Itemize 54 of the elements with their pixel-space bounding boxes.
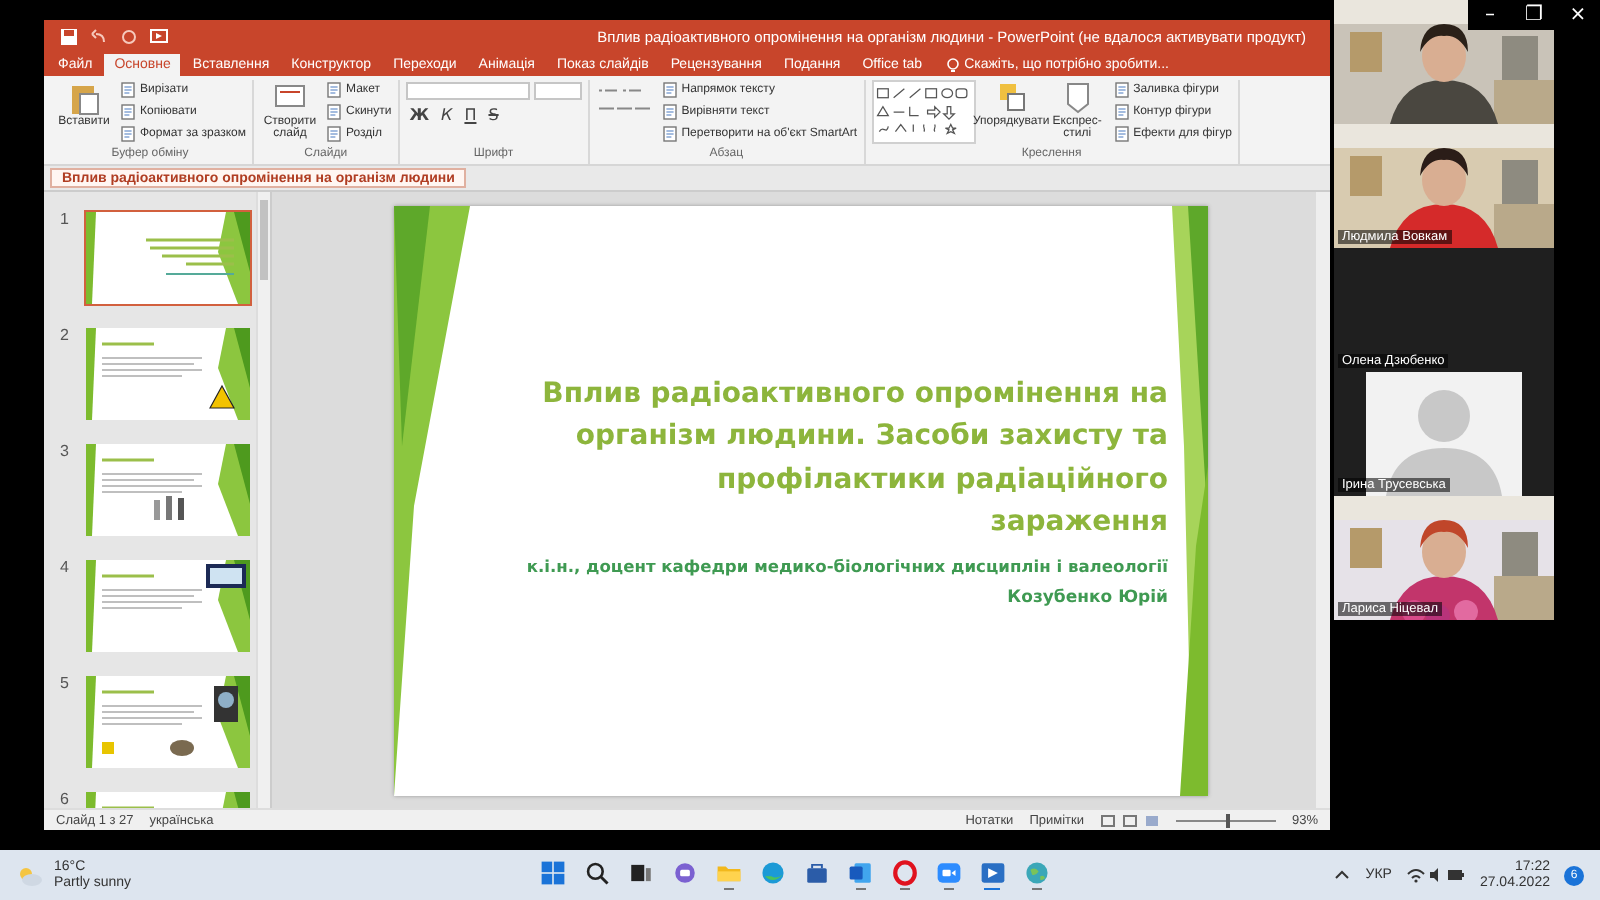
browser-icon[interactable] bbox=[759, 859, 785, 886]
document-icon bbox=[1113, 104, 1130, 120]
document-icon bbox=[1113, 126, 1130, 142]
slide-thumbnail[interactable] bbox=[86, 212, 250, 304]
document-icon bbox=[1113, 82, 1130, 98]
camera-icon[interactable] bbox=[935, 859, 961, 886]
format-button[interactable]: S bbox=[484, 106, 503, 124]
slide-thumbnail[interactable] bbox=[86, 444, 250, 536]
globe-icon[interactable] bbox=[1023, 859, 1049, 886]
save-icon[interactable] bbox=[60, 28, 78, 46]
document-icon bbox=[120, 104, 136, 120]
slide-thumbnail[interactable] bbox=[86, 328, 250, 420]
chevron-up-icon[interactable] bbox=[1331, 866, 1352, 884]
slide-number: 1 bbox=[60, 210, 71, 228]
shapes-gallery[interactable] bbox=[871, 80, 976, 144]
document-icon bbox=[661, 104, 678, 120]
slider-thumb[interactable] bbox=[1225, 813, 1230, 827]
format-button[interactable]: Ж bbox=[405, 106, 434, 124]
document-icon bbox=[326, 82, 342, 98]
author-name: Козубенко Юрій bbox=[1007, 587, 1168, 607]
slide-thumbnail[interactable] bbox=[86, 676, 250, 768]
ring-icon[interactable] bbox=[891, 859, 917, 886]
slide-number: 6 bbox=[60, 790, 71, 808]
font-name-field[interactable] bbox=[405, 82, 530, 100]
document-icon bbox=[120, 126, 136, 142]
slide-number: 3 bbox=[60, 442, 71, 460]
undo-icon[interactable] bbox=[90, 28, 108, 46]
document-icon bbox=[120, 82, 136, 98]
font-size-field[interactable] bbox=[533, 82, 582, 100]
redo-icon[interactable] bbox=[120, 28, 138, 46]
format-button[interactable]: К bbox=[437, 106, 457, 124]
view-buttons[interactable] bbox=[1099, 813, 1160, 827]
slide-number: 2 bbox=[60, 326, 71, 344]
document-icon bbox=[326, 104, 342, 120]
windows-icon[interactable] bbox=[627, 859, 653, 886]
document-icon bbox=[661, 82, 678, 98]
start-icon[interactable] bbox=[539, 859, 565, 886]
scrollbar[interactable] bbox=[1316, 192, 1330, 808]
slide-title: Вплив радіоактивного опромінення на організм людини. Засоби захисту та профілактики радіаційного зараження bbox=[540, 375, 1168, 542]
system-tray-icons[interactable] bbox=[1405, 866, 1466, 884]
slide-subtitle: к.і.н., доцент кафедри медико-біологічних дисциплін і валеології bbox=[526, 555, 1168, 575]
search-icon[interactable] bbox=[583, 859, 609, 886]
slideshow-icon[interactable] bbox=[150, 28, 168, 46]
slide-number: 5 bbox=[60, 674, 71, 692]
document-icon bbox=[661, 126, 678, 142]
play-icon[interactable] bbox=[979, 859, 1005, 886]
lightbulb-icon bbox=[946, 57, 961, 73]
format-button[interactable]: П bbox=[460, 106, 481, 124]
chat-icon[interactable] bbox=[671, 859, 697, 886]
document-icon bbox=[326, 126, 342, 142]
slide-thumbnail[interactable] bbox=[86, 560, 250, 652]
bag-icon[interactable] bbox=[803, 859, 829, 886]
document-icon[interactable] bbox=[847, 859, 873, 886]
slide-number: 4 bbox=[60, 558, 71, 576]
